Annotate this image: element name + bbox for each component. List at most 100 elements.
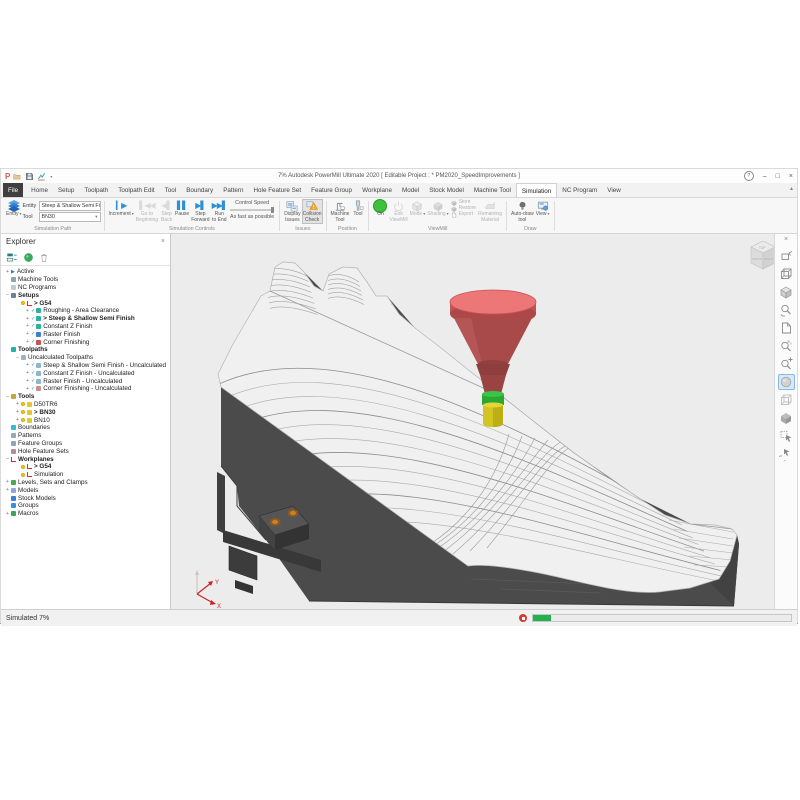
tree-item[interactable]: Simulation: [1, 471, 170, 479]
control-speed-slider[interactable]: [230, 209, 274, 211]
tab-setup[interactable]: Setup: [53, 183, 79, 197]
tree-item[interactable]: > G54: [1, 463, 170, 471]
add-icon[interactable]: [23, 252, 34, 263]
mode-button[interactable]: Mode: [409, 199, 427, 219]
tree-expander-icon[interactable]: +: [14, 417, 21, 423]
tree-item[interactable]: +✓Constant Z Finish: [1, 323, 170, 331]
tab-machine-tool[interactable]: Machine Tool: [469, 183, 516, 197]
tree-expander-icon[interactable]: +: [24, 362, 31, 368]
chart-icon[interactable]: [37, 172, 46, 181]
tree-item[interactable]: −Workplanes: [1, 455, 170, 463]
shading-button[interactable]: Shading: [426, 199, 449, 219]
open-project-icon[interactable]: [13, 172, 22, 181]
zoom-in-out-icon[interactable]: [778, 356, 795, 372]
tree-expander-icon[interactable]: −: [4, 456, 11, 462]
zoom-window-icon[interactable]: [778, 338, 795, 354]
tree-item[interactable]: +✓Steep & Shallow Semi Finish - Uncalcul…: [1, 362, 170, 370]
delete-icon[interactable]: [39, 252, 49, 263]
page-icon[interactable]: [778, 320, 795, 336]
tab-workplane[interactable]: Workplane: [357, 183, 397, 197]
quick-access-chevron-icon[interactable]: [49, 173, 52, 180]
tab-home[interactable]: Home: [26, 183, 53, 197]
step-forward-button[interactable]: ▶▌Step Forward: [190, 199, 210, 224]
tree-expander-icon[interactable]: −: [4, 394, 11, 400]
tree-expander-icon[interactable]: +: [24, 378, 31, 384]
tree-item[interactable]: +✓> Steep & Shallow Semi Finish: [1, 315, 170, 323]
tree-item[interactable]: Patterns: [1, 432, 170, 440]
tree-item[interactable]: Feature Groups: [1, 440, 170, 448]
tab-nc-program[interactable]: NC Program: [557, 183, 602, 197]
shaded-sphere-icon[interactable]: [778, 374, 795, 390]
tree-expander-icon[interactable]: +: [4, 479, 11, 485]
shaded-cube-icon[interactable]: [778, 284, 795, 300]
unfold-view-icon[interactable]: [778, 248, 795, 264]
view-toolbar-close-icon[interactable]: ×: [784, 236, 788, 246]
collision-check-button[interactable]: Collision Check: [302, 199, 323, 224]
tab-model[interactable]: Model: [397, 183, 424, 197]
entity-select[interactable]: Steep & Shallow Semi Fi: [39, 201, 101, 211]
slider-knob[interactable]: [271, 207, 274, 213]
tree-item[interactable]: +✓Raster Finish - Uncalculated: [1, 377, 170, 385]
tree-item[interactable]: > G54: [1, 299, 170, 307]
tree-item[interactable]: +✓Constant Z Finish - Uncalculated: [1, 369, 170, 377]
tree-item[interactable]: +✓Roughing - Area Clearance: [1, 307, 170, 315]
pause-button[interactable]: ▌▌Pause: [174, 199, 190, 219]
tree-item[interactable]: Groups: [1, 502, 170, 510]
tab-toolpath[interactable]: Toolpath: [79, 183, 113, 197]
entity-button[interactable]: Entity: [5, 199, 23, 219]
tab-file[interactable]: File: [3, 183, 23, 197]
increment-button[interactable]: ▎▶Increment: [108, 199, 135, 219]
export-button[interactable]: Export: [451, 212, 477, 218]
tree-item[interactable]: −Setups: [1, 291, 170, 299]
view-cube[interactable]: TOP FRONT RIGHT: [751, 241, 774, 269]
view-button[interactable]: View: [535, 199, 551, 219]
minimize-button[interactable]: –: [763, 173, 767, 180]
tree-expander-icon[interactable]: +: [24, 386, 31, 392]
machine-tool-position-button[interactable]: Machine Tool: [330, 199, 351, 224]
tree-item[interactable]: +Models: [1, 486, 170, 494]
close-button[interactable]: ×: [789, 173, 793, 180]
tree-item[interactable]: +✓Corner Finishing: [1, 338, 170, 346]
tab-hole-feature-set[interactable]: Hole Feature Set: [249, 183, 307, 197]
tab-pattern[interactable]: Pattern: [218, 183, 248, 197]
tree-expander-icon[interactable]: +: [24, 323, 31, 329]
tree-item[interactable]: +BN10: [1, 416, 170, 424]
stop-simulation-icon[interactable]: [519, 614, 527, 622]
tree-item[interactable]: +> BN30: [1, 408, 170, 416]
tree-expander-icon[interactable]: +: [24, 339, 31, 345]
ghost-cube-icon[interactable]: [778, 392, 795, 408]
explorer-close-icon[interactable]: ×: [161, 238, 165, 245]
help-button[interactable]: ?: [744, 171, 754, 181]
tree-expander-icon[interactable]: +: [24, 331, 31, 337]
tree-item[interactable]: +✓Corner Finishing - Uncalculated: [1, 385, 170, 393]
maximize-button[interactable]: □: [776, 173, 780, 180]
tree-expander-icon[interactable]: +: [4, 487, 11, 493]
display-issues-button[interactable]: Display Issues: [283, 199, 301, 224]
tree-item[interactable]: Toolpaths: [1, 346, 170, 354]
tree-item[interactable]: +Macros: [1, 510, 170, 518]
go-to-beginning-button[interactable]: ▌◀◀Go to Beginning: [135, 199, 159, 224]
viewport-3d[interactable]: Y X TOP FRONT RIGHT: [171, 234, 774, 609]
tree-item[interactable]: +▶Active: [1, 268, 170, 276]
tab-stock-model[interactable]: Stock Model: [424, 183, 469, 197]
tree-item[interactable]: −Uncalculated Toolpaths: [1, 354, 170, 362]
tree-expander-icon[interactable]: −: [4, 292, 11, 298]
exit-viewmill-button[interactable]: Exit ViewMill: [388, 199, 408, 224]
tree-item[interactable]: +D50TR6: [1, 401, 170, 409]
undo-select-icon[interactable]: [778, 446, 795, 462]
tab-tool[interactable]: Tool: [160, 183, 182, 197]
tool-select[interactable]: BN30: [39, 212, 101, 222]
tool-position-button[interactable]: Tool: [350, 199, 365, 219]
viewmill-on-button[interactable]: On: [372, 199, 388, 219]
auto-draw-tool-button[interactable]: Auto-draw tool: [510, 199, 535, 224]
tree-expander-icon[interactable]: +: [14, 409, 21, 415]
tree-item[interactable]: NC Programs: [1, 284, 170, 292]
tree-item[interactable]: Boundaries: [1, 424, 170, 432]
tree-expander-icon[interactable]: +: [24, 316, 31, 322]
remaining-material-button[interactable]: Remaining Material: [477, 199, 503, 224]
tree-item[interactable]: Stock Models: [1, 494, 170, 502]
save-project-icon[interactable]: [25, 172, 34, 181]
wireframe-cube-icon[interactable]: [778, 266, 795, 282]
tab-toolpath-edit[interactable]: Toolpath Edit: [113, 183, 159, 197]
tab-boundary[interactable]: Boundary: [181, 183, 218, 197]
